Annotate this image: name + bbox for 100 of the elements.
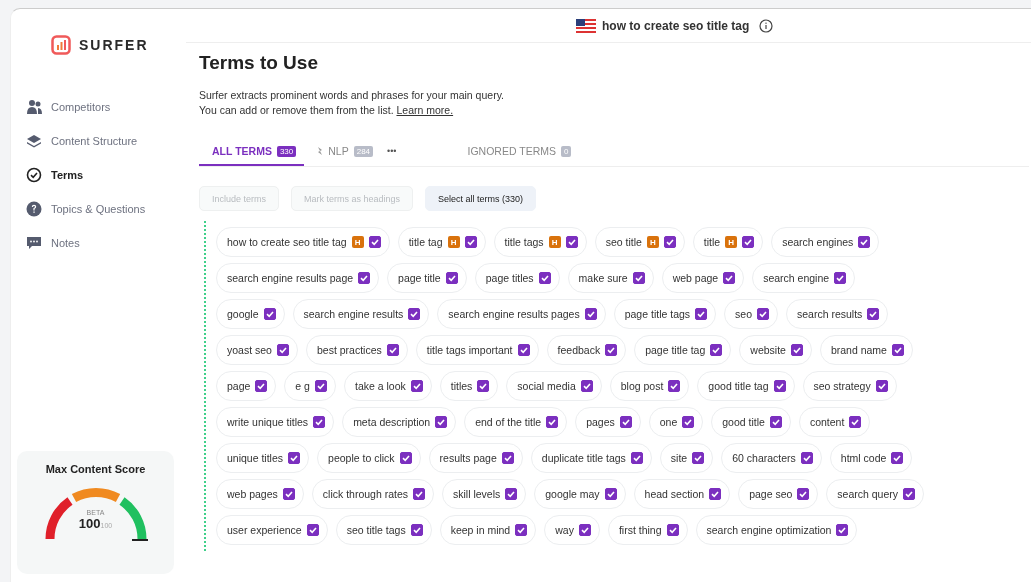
- term-chip[interactable]: search engines: [771, 227, 880, 257]
- checkbox[interactable]: [282, 488, 295, 500]
- checkbox[interactable]: [891, 452, 904, 464]
- checkbox[interactable]: [399, 452, 412, 464]
- checkbox[interactable]: [413, 488, 425, 500]
- checkbox[interactable]: [723, 272, 736, 284]
- term-chip[interactable]: e g: [284, 371, 336, 401]
- term-chip[interactable]: skill levels: [442, 479, 527, 509]
- term-chip[interactable]: google may: [534, 479, 626, 509]
- checkbox[interactable]: [709, 488, 722, 500]
- term-chip[interactable]: end of the title: [464, 407, 568, 437]
- term-chip[interactable]: blog post: [609, 371, 690, 401]
- term-chip[interactable]: page titles: [474, 263, 560, 293]
- term-chip[interactable]: duplicate title tags: [530, 443, 652, 473]
- term-chip[interactable]: search engine results pages: [437, 299, 606, 329]
- term-chip[interactable]: take a look: [343, 371, 432, 401]
- term-chip[interactable]: one: [648, 407, 704, 437]
- learn-more-link[interactable]: Learn more.: [396, 104, 454, 116]
- checkbox[interactable]: [891, 344, 904, 356]
- term-chip[interactable]: page seo: [738, 479, 819, 509]
- checkbox[interactable]: [464, 236, 477, 248]
- term-chip[interactable]: unique titles: [216, 443, 310, 473]
- term-chip[interactable]: 60 characters: [721, 443, 822, 473]
- checkbox[interactable]: [790, 344, 803, 356]
- checkbox[interactable]: [368, 236, 381, 248]
- checkbox[interactable]: [710, 344, 723, 356]
- checkbox[interactable]: [800, 452, 813, 464]
- checkbox[interactable]: [605, 344, 618, 356]
- term-chip[interactable]: head section: [633, 479, 731, 509]
- term-chip[interactable]: title tags important: [415, 335, 539, 365]
- checkbox[interactable]: [858, 236, 871, 248]
- term-chip[interactable]: content: [798, 407, 871, 437]
- term-chip[interactable]: page title tag: [634, 335, 732, 365]
- term-chip[interactable]: search engine results: [292, 299, 430, 329]
- checkbox[interactable]: [314, 380, 327, 392]
- tab[interactable]: ALL TERMS 330: [199, 138, 305, 166]
- checkbox[interactable]: [276, 344, 289, 356]
- more-tab[interactable]: •••: [381, 138, 405, 166]
- checkbox[interactable]: [668, 380, 681, 392]
- checkbox[interactable]: [477, 380, 490, 392]
- term-chip[interactable]: meta description: [342, 407, 457, 437]
- term-chip[interactable]: page title tags: [613, 299, 717, 329]
- checkbox[interactable]: [435, 416, 448, 428]
- checkbox[interactable]: [306, 524, 319, 536]
- checkbox[interactable]: [773, 380, 786, 392]
- term-chip[interactable]: make sure: [567, 263, 654, 293]
- checkbox[interactable]: [769, 416, 782, 428]
- term-chip[interactable]: seo strategy: [802, 371, 897, 401]
- term-chip[interactable]: search engine optimization: [695, 515, 858, 545]
- term-chip[interactable]: title tags H: [493, 227, 587, 257]
- checkbox[interactable]: [849, 416, 862, 428]
- tab[interactable]: NLP 284: [304, 138, 382, 166]
- term-chip[interactable]: site: [659, 443, 714, 473]
- term-chip[interactable]: website: [739, 335, 812, 365]
- term-chip[interactable]: social media: [506, 371, 602, 401]
- checkbox[interactable]: [255, 380, 268, 392]
- term-chip[interactable]: search query: [826, 479, 925, 509]
- term-chip[interactable]: page: [216, 371, 277, 401]
- checkbox[interactable]: [630, 452, 643, 464]
- term-chip[interactable]: brand name: [819, 335, 913, 365]
- term-chip[interactable]: title H: [692, 227, 764, 257]
- checkbox[interactable]: [632, 272, 645, 284]
- checkbox[interactable]: [410, 380, 423, 392]
- action-button[interactable]: Select all terms (330): [425, 186, 537, 211]
- checkbox[interactable]: [666, 524, 679, 536]
- term-chip[interactable]: seo title H: [594, 227, 685, 257]
- term-chip[interactable]: search engine: [752, 263, 856, 293]
- term-chip[interactable]: people to click: [317, 443, 421, 473]
- checkbox[interactable]: [565, 236, 578, 248]
- checkbox[interactable]: [263, 308, 276, 320]
- term-chip[interactable]: good title: [711, 407, 791, 437]
- term-chip[interactable]: click through rates: [311, 479, 434, 509]
- info-icon[interactable]: [759, 18, 774, 33]
- term-chip[interactable]: best practices: [305, 335, 408, 365]
- checkbox[interactable]: [580, 380, 593, 392]
- checkbox[interactable]: [797, 488, 810, 500]
- term-chip[interactable]: keep in mind: [439, 515, 537, 545]
- checkbox[interactable]: [663, 236, 676, 248]
- checkbox[interactable]: [386, 344, 399, 356]
- term-chip[interactable]: html code: [829, 443, 913, 473]
- term-chip[interactable]: good title tag: [697, 371, 795, 401]
- term-chip[interactable]: write unique titles: [216, 407, 335, 437]
- term-chip[interactable]: results page: [428, 443, 523, 473]
- term-chip[interactable]: google: [216, 299, 285, 329]
- checkbox[interactable]: [742, 236, 755, 248]
- term-chip[interactable]: web pages: [216, 479, 304, 509]
- term-chip[interactable]: page title: [387, 263, 467, 293]
- sidebar-item[interactable]: Content Structure: [26, 131, 138, 151]
- checkbox[interactable]: [619, 416, 632, 428]
- term-chip[interactable]: titles: [439, 371, 499, 401]
- checkbox[interactable]: [836, 524, 849, 536]
- checkbox[interactable]: [408, 308, 421, 320]
- checkbox[interactable]: [584, 308, 597, 320]
- term-chip[interactable]: search results: [786, 299, 889, 329]
- checkbox[interactable]: [538, 272, 551, 284]
- term-chip[interactable]: seo title tags: [335, 515, 432, 545]
- term-chip[interactable]: way: [544, 515, 600, 545]
- checkbox[interactable]: [578, 524, 591, 536]
- checkbox[interactable]: [604, 488, 617, 500]
- term-chip[interactable]: first thing: [607, 515, 688, 545]
